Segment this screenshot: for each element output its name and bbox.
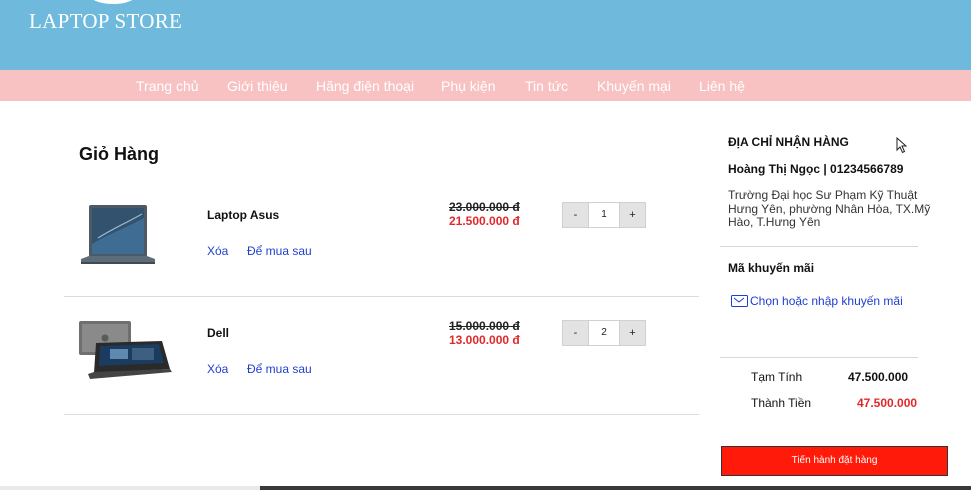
promo-heading: Mã khuyến mãi	[728, 261, 815, 275]
item-divider	[64, 414, 699, 415]
main-nav: Trang chủ Giới thiệu Hãng điện thoại Phụ…	[0, 70, 971, 101]
mouse-cursor-icon	[896, 137, 907, 154]
item-name[interactable]: Laptop Asus	[207, 208, 279, 222]
total-value: 47.500.000	[857, 396, 918, 410]
cart-title: Giỏ Hàng	[79, 144, 159, 164]
scrollbar-thumb[interactable]	[260, 486, 971, 490]
delete-link[interactable]: Xóa	[207, 362, 228, 376]
sidebar-divider	[720, 357, 918, 358]
old-price: 23.000.000 đ	[449, 200, 520, 214]
laptop-dell-image[interactable]	[78, 319, 172, 381]
promo-code-link[interactable]: Chọn hoặc nhập khuyến mãi	[731, 294, 903, 308]
delete-link[interactable]: Xóa	[207, 244, 228, 258]
nav-item-about[interactable]: Giới thiệu	[227, 78, 288, 94]
nav-item-phone-brands[interactable]: Hãng điện thoại	[316, 78, 414, 94]
quantity-stepper: - 1 +	[562, 202, 646, 228]
coupon-icon	[731, 295, 748, 307]
quantity-input[interactable]: 2	[589, 320, 619, 346]
save-for-later-link[interactable]: Để mua sau	[247, 244, 312, 258]
old-price: 15.000.000 đ	[449, 319, 520, 333]
promo-code-label[interactable]: Chọn hoặc nhập khuyến mãi	[750, 294, 903, 308]
subtotal-value: 47.500.000	[848, 370, 909, 384]
cart-item: Dell Xóa Để mua sau 15.000.000 đ 13.000.…	[64, 297, 699, 415]
checkout-button[interactable]: Tiến hành đặt hàng	[721, 446, 948, 476]
address-heading: ĐỊA CHỈ NHẬN HÀNG	[728, 135, 849, 149]
quantity-stepper: - 2 +	[562, 320, 646, 346]
decrease-quantity-button[interactable]: -	[562, 320, 589, 346]
logo-mark	[90, 0, 136, 4]
bottom-scrollbar[interactable]	[0, 486, 971, 490]
total-label: Thành Tiền	[751, 396, 812, 410]
nav-item-news[interactable]: Tin tức	[525, 78, 568, 94]
increase-quantity-button[interactable]: +	[619, 202, 646, 228]
recipient-name-phone: Hoàng Thị Ngọc | 01234566789	[728, 162, 904, 176]
item-name[interactable]: Dell	[207, 326, 229, 340]
subtotal-label: Tạm Tính	[751, 370, 803, 384]
nav-item-accessories[interactable]: Phụ kiện	[441, 78, 495, 94]
laptop-asus-image[interactable]	[78, 204, 158, 268]
nav-item-contact[interactable]: Liên hệ	[699, 78, 745, 94]
cart-item: Laptop Asus Xóa Để mua sau 23.000.000 đ …	[64, 179, 699, 297]
nav-item-home[interactable]: Trang chủ	[136, 78, 199, 94]
sale-price: 13.000.000 đ	[449, 333, 520, 347]
site-header: LAPTOP STORE	[0, 0, 971, 70]
save-for-later-link[interactable]: Để mua sau	[247, 362, 312, 376]
store-logo[interactable]: LAPTOP STORE	[29, 9, 182, 34]
sale-price: 21.500.000 đ	[449, 214, 520, 228]
nav-item-promotions[interactable]: Khuyến mại	[597, 78, 671, 94]
increase-quantity-button[interactable]: +	[619, 320, 646, 346]
decrease-quantity-button[interactable]: -	[562, 202, 589, 228]
sidebar-divider	[720, 246, 918, 247]
delivery-address: Trường Đại học Sư Phạm Kỹ Thuật Hưng Yên…	[728, 188, 931, 229]
quantity-input[interactable]: 1	[589, 202, 619, 228]
